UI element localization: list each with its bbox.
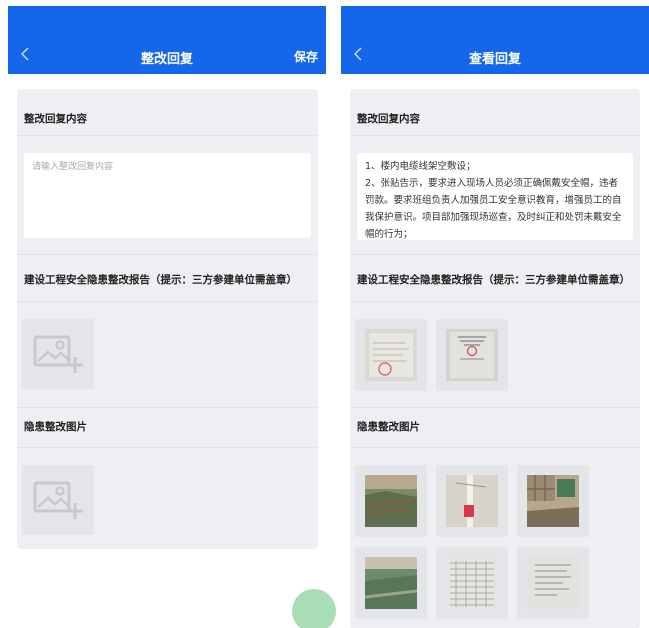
photo-thumbnail[interactable] (436, 465, 508, 537)
photo-thumbnail[interactable] (355, 547, 427, 619)
photos-section-title: 隐患整改图片 (357, 421, 420, 433)
reply-view-screen: 查看回复 整改回复内容 1、楼内电缆线架空敷设； 2、张贴告示，要求进入现场人员… (341, 6, 649, 628)
divider (350, 254, 640, 255)
report-image-thumbnail[interactable] (355, 319, 427, 391)
report-upload-button[interactable] (22, 319, 94, 389)
divider (17, 254, 318, 255)
divider (17, 447, 318, 448)
floating-action-button[interactable] (292, 589, 336, 628)
page-title: 整改回复 (140, 52, 193, 67)
reply-content-input[interactable] (24, 153, 311, 238)
reply-view-card: 整改回复内容 1、楼内电缆线架空敷设； 2、张贴告示，要求进入现场人员必须正确佩… (350, 89, 640, 628)
add-image-icon (33, 335, 83, 373)
reply-form-card: 整改回复内容 建设工程安全隐患整改报告（提示：三方参建单位需盖章） 隐患整改图片 (17, 89, 318, 549)
site-photo-3 (527, 475, 579, 527)
report-image-thumbnail[interactable] (436, 319, 508, 391)
photos-section-title: 隐患整改图片 (24, 421, 87, 433)
add-image-icon (33, 481, 83, 519)
stamped-report-page-1 (365, 329, 417, 381)
nav-bar: 查看回复 (341, 6, 649, 74)
photo-thumbnail[interactable] (355, 465, 427, 537)
page-title: 查看回复 (468, 52, 521, 67)
divider (17, 135, 318, 136)
photo-thumbnail[interactable] (436, 547, 508, 619)
reply-content-title: 整改回复内容 (24, 113, 87, 125)
divider (350, 407, 640, 408)
divider (350, 447, 640, 448)
site-photo-1 (365, 475, 417, 527)
stamped-report-page-2 (446, 329, 498, 381)
report-section-title: 建设工程安全隐患整改报告（提示：三方参建单位需盖章） (357, 274, 630, 286)
nav-bar: 整改回复 保存 (8, 6, 326, 74)
reply-content-title: 整改回复内容 (357, 113, 420, 125)
reply-edit-screen: 整改回复 保存 整改回复内容 建设工程安全隐患整改报告（提示：三方参建单位需盖章… (8, 6, 336, 628)
site-photo-5 (446, 557, 498, 609)
photo-thumbnail[interactable] (517, 547, 589, 619)
reply-content-text: 1、楼内电缆线架空敷设； 2、张贴告示，要求进入现场人员必须正确佩戴安全帽，违者… (357, 153, 633, 240)
report-section-title: 建设工程安全隐患整改报告（提示：三方参建单位需盖章） (24, 274, 297, 286)
site-photo-4 (365, 557, 417, 609)
save-button[interactable]: 保存 (294, 48, 318, 65)
site-photo-2 (446, 475, 498, 527)
photo-thumbnail[interactable] (517, 465, 589, 537)
site-photo-6 (527, 557, 579, 609)
photo-upload-button[interactable] (22, 465, 94, 535)
divider (17, 407, 318, 408)
divider (350, 301, 640, 302)
divider (350, 135, 640, 136)
divider (17, 301, 318, 302)
